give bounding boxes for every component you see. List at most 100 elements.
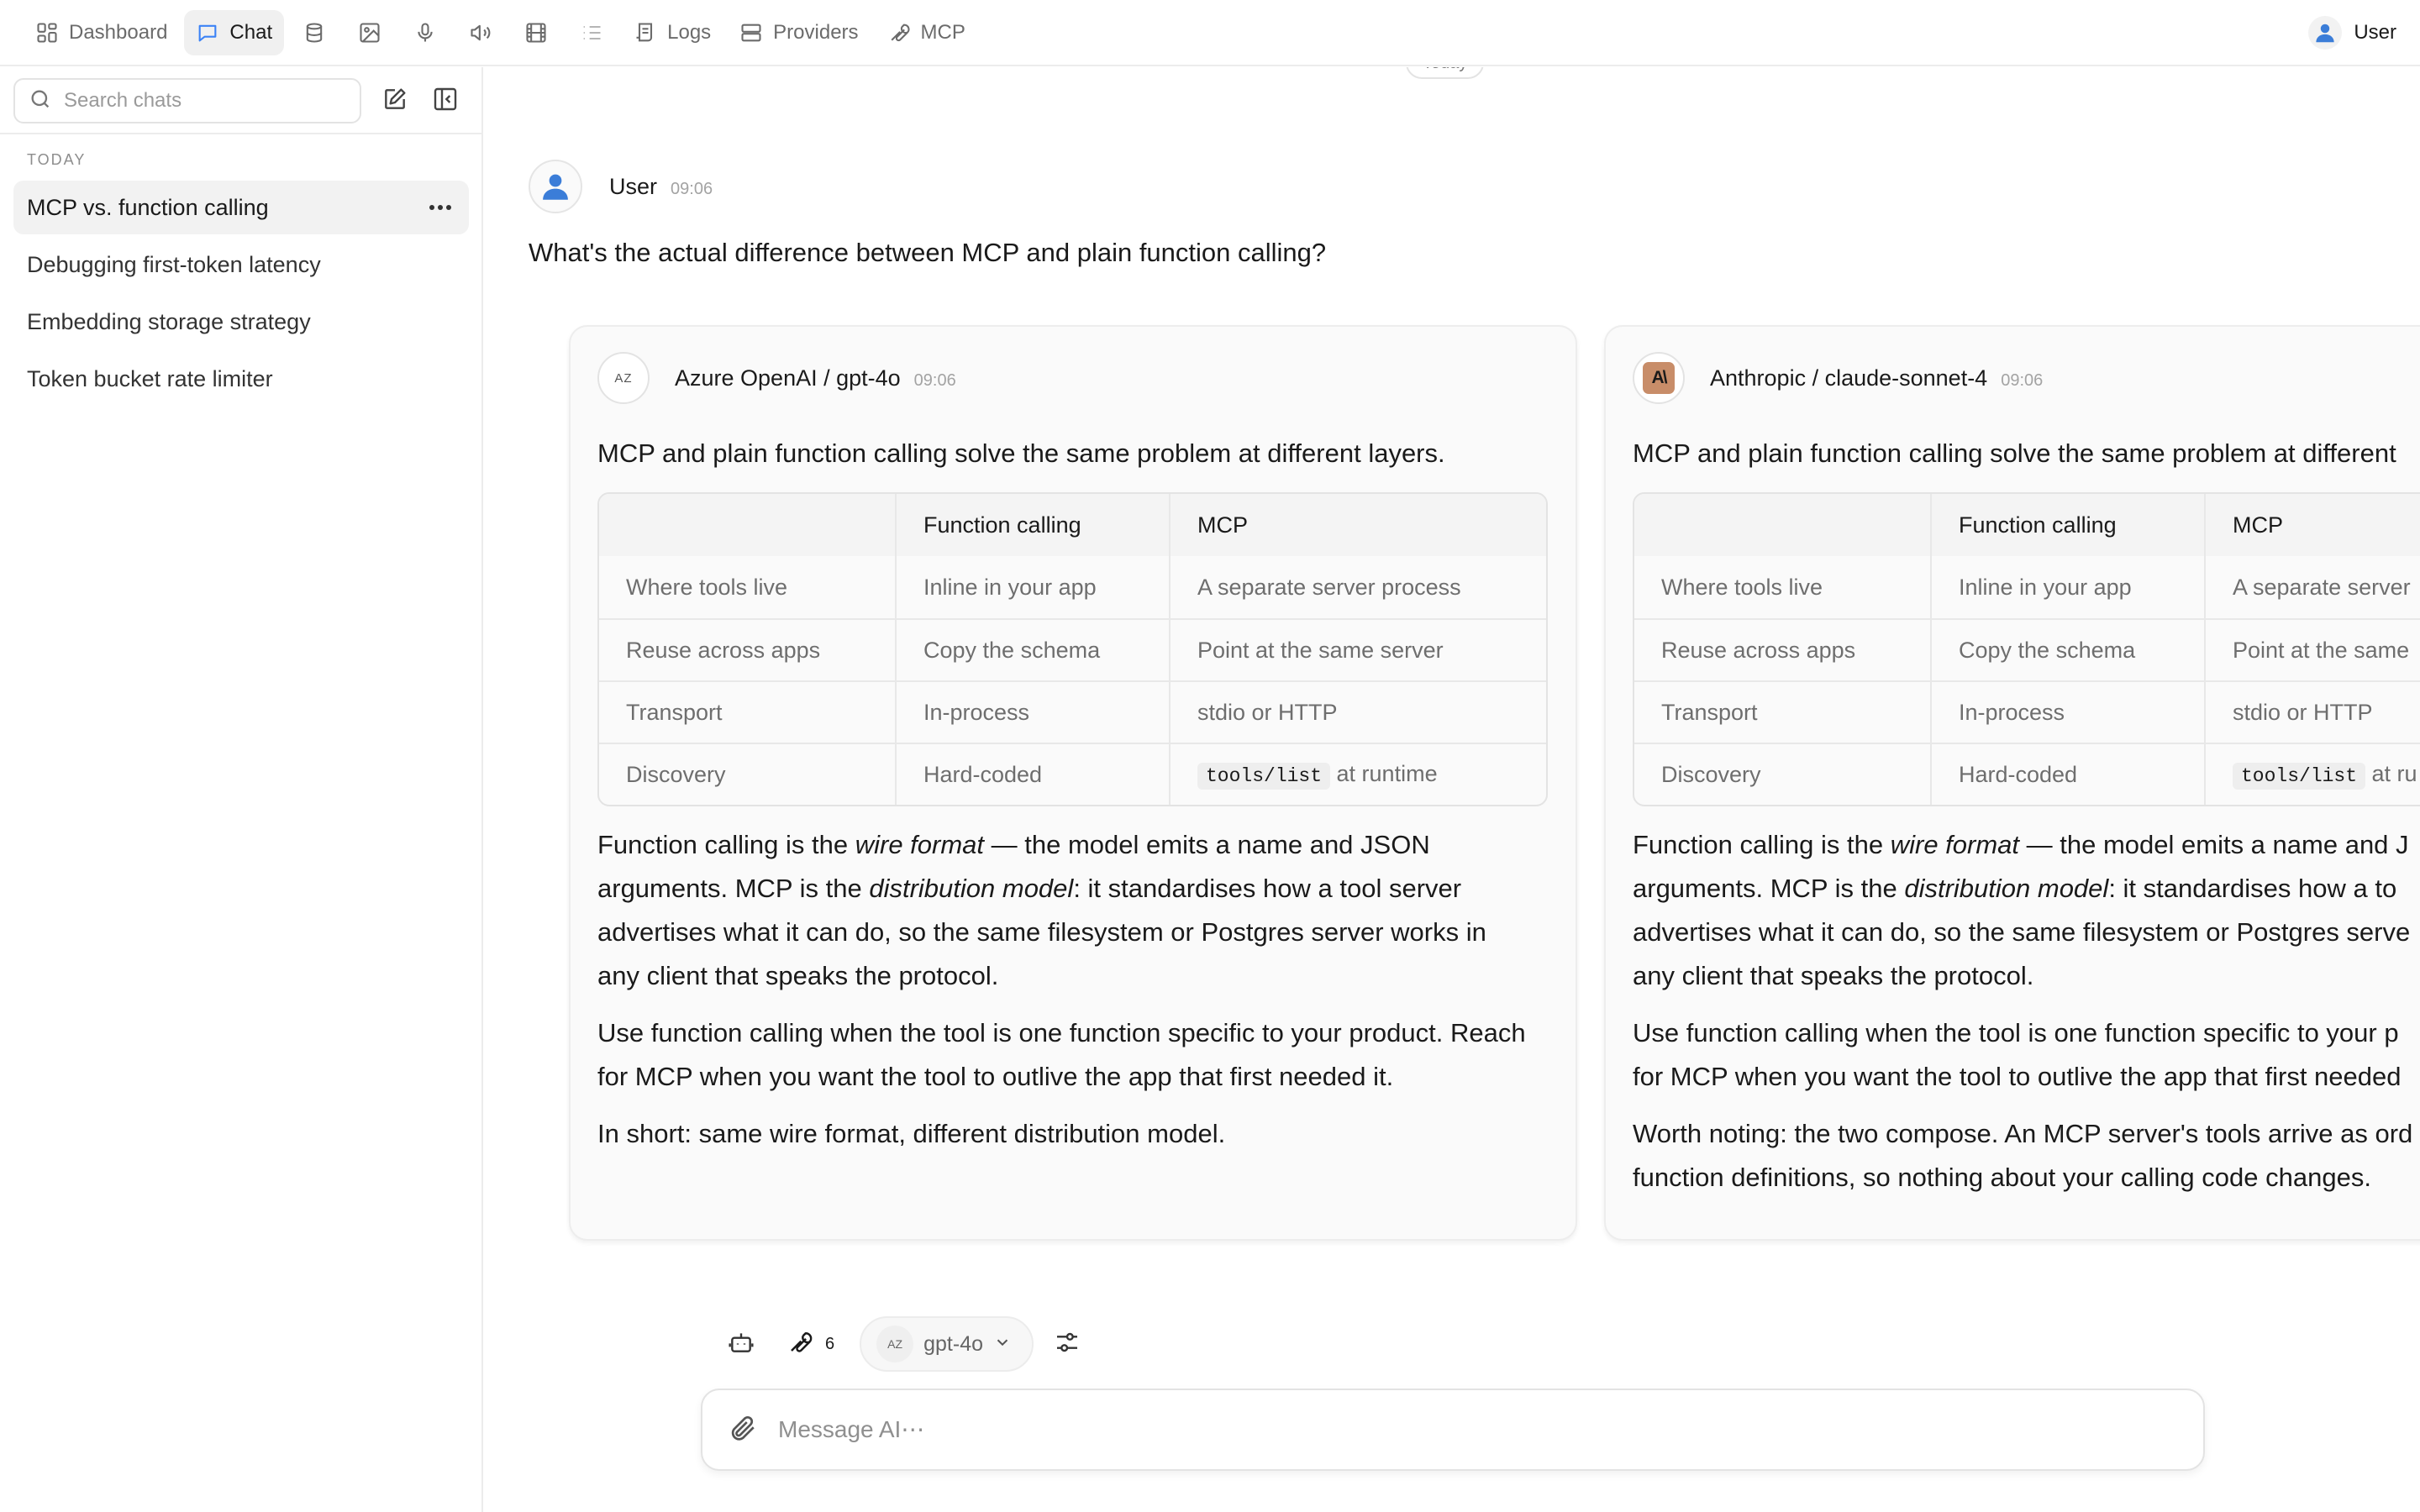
nav-providers-label: Providers [773,21,859,44]
table-cell-text: at runtime [1330,760,1438,786]
search-box[interactable] [13,78,361,123]
paperclip-icon[interactable] [728,1413,758,1447]
nav-speech[interactable] [455,10,506,55]
message-time: 09:06 [913,370,956,390]
table-cell: Discovery [599,743,895,805]
table-cell: Inline in your app [895,556,1169,618]
text-run: function definitions, so nothing about y… [1633,1163,2371,1192]
text-run: — the model emits a name and JSON [984,830,1430,859]
agent-button[interactable] [723,1326,760,1362]
response-intro: MCP and plain function calling solve the… [597,438,1445,468]
text-run: Function calling is the [597,830,855,859]
sliders-icon [1054,1329,1081,1360]
nav-video[interactable] [511,10,561,55]
text-run: — the model emits a name and J [2019,830,2409,859]
table-header-row: Function calling MCP [1634,494,2420,556]
wrench-icon [887,21,911,45]
nav-mcp[interactable]: MCP [876,10,977,55]
chat-item[interactable]: Token bucket rate limiter [13,352,469,406]
text-run: any client that speaks the protocol. [1633,961,2034,990]
inline-code: tools/list [1197,762,1331,790]
response-paragraph: Use function calling when the tool is on… [597,1011,1551,1099]
table-header-cell: MCP [1169,494,1546,556]
message-author: User [609,173,658,199]
table-row: Reuse across apps Copy the schema Point … [599,618,1546,680]
chat-item[interactable]: Embedding storage strategy [13,295,469,349]
film-icon [524,21,548,45]
settings-button[interactable] [1049,1326,1086,1362]
nav-mcp-label: MCP [920,21,965,44]
table-row: Transport In-process stdio or HTTP [599,680,1546,743]
table-cell: stdio or HTTP [2204,680,2420,743]
nav-logs[interactable]: Logs [622,10,723,55]
text-run: advertises what it can do, so the same f… [597,917,1486,947]
provider-badge-text: A\ [1643,362,1675,394]
table-cell: Point at the same server [1169,618,1546,680]
text-run: for MCP when you want the tool to outliv… [597,1062,1394,1091]
table-cell: A separate server [2204,556,2420,618]
text-run: Function calling is the [1633,830,1891,859]
nav-audio-input[interactable] [400,10,450,55]
nav-list[interactable] [566,10,617,55]
nav-chat-label: Chat [229,21,273,44]
response-header: AZ Azure OpenAI / gpt-4o 09:06 [597,352,956,404]
sidebar-header [0,67,481,134]
tools-count-badge[interactable]: 6 [825,1335,834,1354]
nav-dashboard[interactable]: Dashboard [24,10,179,55]
provider-badge-text: AZ [614,370,633,386]
model-select-label: gpt-4o [923,1331,984,1356]
table-cell: Point at the same [2204,618,2420,680]
chat-item-title: MCP vs. function calling [27,194,269,220]
table-row: Discovery Hard-coded tools/list at ru [1634,743,2420,805]
text-run: advertises what it can do, so the same f… [1633,917,2411,947]
chat-item-title: Token bucket rate limiter [27,365,273,391]
response-header: A\ Anthropic / claude-sonnet-4 09:06 [1633,352,2043,404]
table-header-cell [599,494,895,556]
azure-provider-icon: AZ [876,1326,914,1362]
top-navigation-bar: Dashboard Chat Logs Providers MCP User [0,0,2420,66]
more-options-icon[interactable] [425,194,455,221]
message-time: 09:06 [2001,370,2044,390]
text-run: : it standardises how a tool server [1073,874,1462,903]
emphasis: wire format [855,830,985,859]
table-cell: Inline in your app [1930,556,2204,618]
response-intro: MCP and plain function calling solve the… [1633,438,2396,468]
chevron-down-icon [993,1333,1012,1356]
database-icon [302,21,326,45]
edit-icon [381,86,408,117]
text-run: arguments. MCP is the [597,874,870,903]
response-body: MCP and plain function calling solve the… [597,432,1551,1169]
anthropic-provider-icon: A\ [1633,352,1685,404]
nav-storage[interactable] [289,10,339,55]
chat-item-active[interactable]: MCP vs. function calling [13,181,469,234]
user-avatar-icon [529,160,582,213]
comparison-table: Function calling MCP Where tools live In… [1633,492,2420,806]
table-cell: tools/list at ru [2204,743,2420,805]
image-icon [358,21,381,45]
message-composer [701,1389,2205,1471]
chat-list: MCP vs. function calling Debugging first… [13,181,469,409]
model-select[interactable]: AZ gpt-4o [860,1316,1034,1372]
search-input[interactable] [64,89,341,113]
model-badge-text: AZ [887,1337,903,1351]
table-header-row: Function calling MCP [599,494,1546,556]
wrench-icon [786,1329,813,1360]
chat-item[interactable]: Debugging first-token latency [13,238,469,291]
text-run: Worth noting: the two compose. An MCP se… [1633,1119,2413,1148]
message-time: 09:06 [671,179,713,198]
microphone-icon [413,21,437,45]
nav-images[interactable] [345,10,395,55]
logs-icon [634,21,657,45]
text-run: Use function calling when the tool is on… [597,1018,1526,1047]
nav-providers[interactable]: Providers [728,10,870,55]
chat-icon [196,21,219,45]
speaker-icon [469,21,492,45]
table-cell: Where tools live [1661,575,1823,600]
collapse-sidebar-button[interactable] [427,82,464,119]
user-menu[interactable]: User [2308,10,2396,55]
new-chat-button[interactable] [376,82,413,119]
message-input[interactable] [778,1416,2123,1443]
tools-button[interactable] [781,1326,818,1362]
table-cell: stdio or HTTP [1169,680,1546,743]
nav-chat[interactable]: Chat [184,10,285,55]
